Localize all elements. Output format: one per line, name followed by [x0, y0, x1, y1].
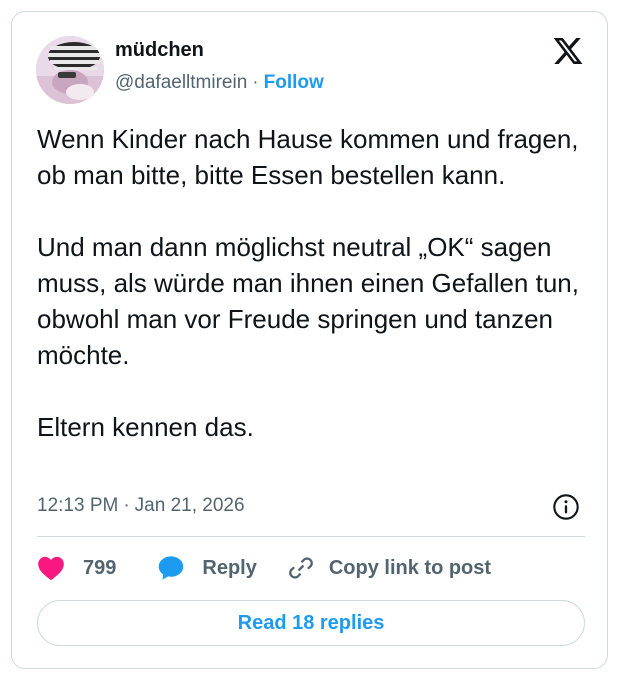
like-count: 799	[83, 556, 117, 579]
author-handle-row: @dafaelltmirein · Follow	[115, 70, 324, 96]
reply-button[interactable]: Reply	[156, 554, 257, 582]
author-handle[interactable]: @dafaelltmirein	[115, 72, 247, 93]
tweet-time: 12:13 PM	[37, 495, 119, 516]
x-logo-icon[interactable]	[552, 35, 584, 67]
tweet-card: müdchen @dafaelltmirein · Follow Wenn Kind…	[11, 11, 608, 669]
heart-icon	[38, 556, 64, 581]
read-replies-label: Read 18 replies	[237, 611, 385, 634]
avatar-image	[36, 36, 104, 104]
copy-link-button[interactable]: Copy link to post	[287, 554, 491, 582]
speech-bubble-icon	[159, 556, 184, 580]
separator-dot: ·	[252, 72, 259, 93]
avatar[interactable]	[36, 36, 104, 104]
link-icon	[288, 557, 313, 579]
action-bar: 799 Reply Copy link to post	[37, 552, 491, 584]
divider	[37, 536, 585, 537]
tweet-date: Jan 21, 2026	[134, 495, 245, 516]
author-name[interactable]: müdchen	[115, 37, 204, 63]
read-replies-button[interactable]: Read 18 replies	[37, 600, 585, 646]
tweet-paragraph: Und man dann möglichst neutral „OK“ sage…	[37, 232, 579, 370]
separator-dot: ·	[123, 495, 130, 516]
like-button[interactable]: 799	[37, 555, 116, 581]
copy-link-label: Copy link to post	[328, 556, 492, 579]
info-icon[interactable]	[552, 493, 580, 521]
tweet-paragraph: Wenn Kinder nach Hause kommen und fragen…	[37, 124, 579, 190]
tweet-paragraph: Eltern kennen das.	[37, 412, 254, 442]
reply-label: Reply	[202, 556, 257, 579]
follow-button[interactable]: Follow	[264, 72, 324, 93]
tweet-text: Wenn Kinder nach Hause kommen und fragen…	[37, 121, 597, 445]
tweet-timestamp[interactable]: 12:13 PM · Jan 21, 2026	[37, 493, 245, 519]
